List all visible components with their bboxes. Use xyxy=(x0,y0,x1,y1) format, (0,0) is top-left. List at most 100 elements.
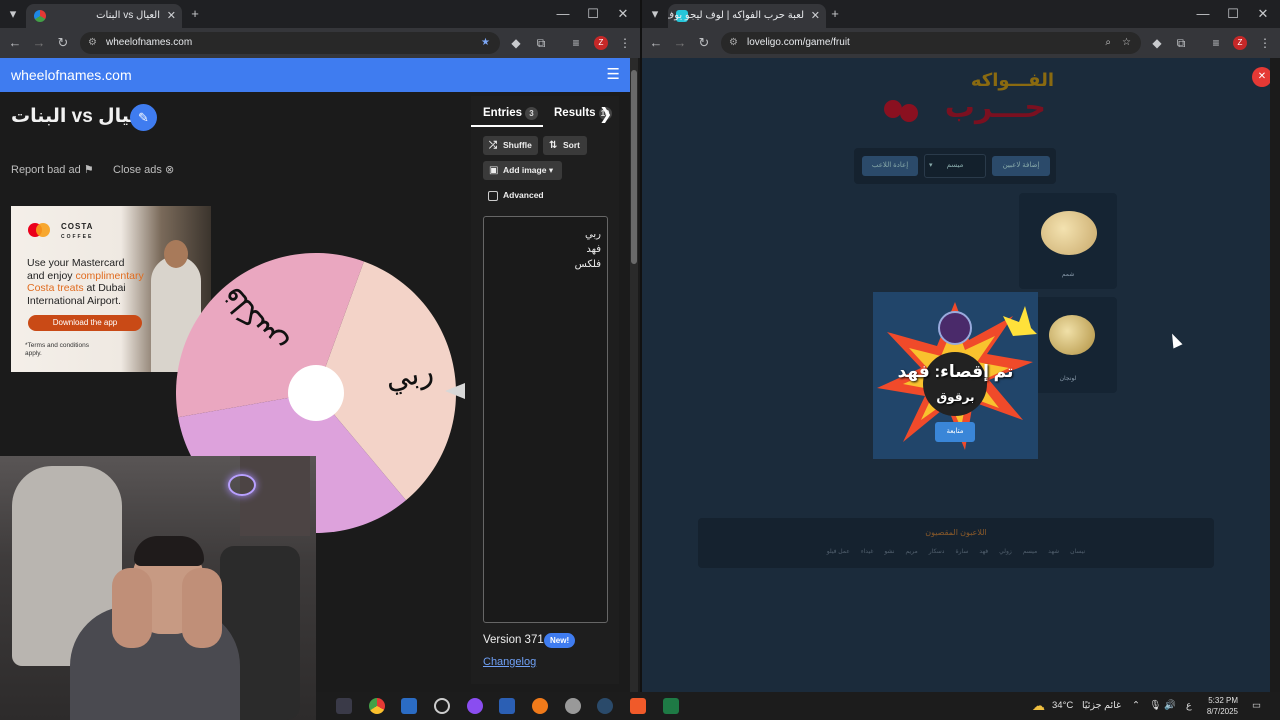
tab-entries[interactable]: Entries 3 xyxy=(483,107,538,120)
left-scrollbar-thumb[interactable] xyxy=(631,70,637,264)
word-taskbar-icon[interactable] xyxy=(499,698,515,714)
store-taskbar-icon[interactable] xyxy=(401,698,417,714)
taskbar-app-icon[interactable] xyxy=(336,698,352,714)
melon-icon xyxy=(1041,211,1097,255)
extension-diamond-icon[interactable]: ◆ xyxy=(1148,28,1166,58)
left-page-scrollbar[interactable] xyxy=(630,58,638,692)
tab-search-icon[interactable]: ▾ xyxy=(642,0,668,28)
back-icon[interactable]: ← xyxy=(5,28,25,58)
active-tab-underline xyxy=(471,125,543,127)
speedtest-taskbar-icon[interactable] xyxy=(434,698,450,714)
changelog-link[interactable]: Changelog xyxy=(483,656,536,668)
reload-icon[interactable]: ↻ xyxy=(53,28,73,58)
fruit-card-melon[interactable]: شمم xyxy=(1019,193,1117,289)
left-tab-strip: ▾ البنات vs العيال ✕ + — ☐ ✕ xyxy=(0,0,640,28)
eliminated-names-list: نيسان شهد ميسم زولي فهد سارة دسكار مريم نشو غيداء… xyxy=(708,548,1204,555)
tab-fruit-war[interactable]: لعبة حرب الفواكه | لوف ليجو يوف ✕ xyxy=(668,4,826,28)
eliminated-name: شهد xyxy=(1048,549,1060,555)
eliminated-players-panel: اللاعبون المقصيون نيسان شهد ميسم زولي فهد سار… xyxy=(698,518,1214,568)
media-controls-icon[interactable]: ≡ xyxy=(567,28,585,58)
tab-title: البنات vs العيال xyxy=(96,10,160,21)
microphone-icon[interactable]: 🎙 xyxy=(1149,692,1161,720)
address-bar[interactable]: ⚙ loveligo.com/game/fruit ⌕ ☆ xyxy=(721,32,1141,54)
ad-download-button[interactable]: Download the app xyxy=(28,315,142,331)
back-icon[interactable]: ← xyxy=(646,28,666,58)
player-select[interactable]: ميسم ▾ xyxy=(924,154,986,178)
forward-icon[interactable]: → xyxy=(670,28,690,58)
close-tab-icon[interactable]: ✕ xyxy=(167,4,176,28)
shuffle-button[interactable]: ⤮ Shuffle xyxy=(483,136,538,155)
browser-menu-icon[interactable]: ⋮ xyxy=(616,28,634,58)
entries-count-badge: 3 xyxy=(525,107,538,120)
minimize-icon[interactable]: — xyxy=(1190,0,1216,28)
chrome-taskbar-icon[interactable] xyxy=(369,698,385,714)
url-text: wheelofnames.com xyxy=(106,37,193,48)
zoom-icon[interactable]: ⌕ xyxy=(1105,32,1111,54)
edit-title-button[interactable]: ✎ xyxy=(130,104,157,131)
tray-overflow-icon[interactable]: ⌃ xyxy=(1132,692,1140,720)
site-info-icon[interactable]: ⚙ xyxy=(729,32,738,54)
site-header: wheelofnames.com ☰ xyxy=(0,58,630,92)
notifications-icon[interactable]: ▭ xyxy=(1252,692,1261,720)
advanced-checkbox[interactable] xyxy=(488,191,498,201)
firefox-taskbar-icon[interactable] xyxy=(532,698,548,714)
language-indicator[interactable]: ع xyxy=(1186,692,1192,720)
add-player-button[interactable]: إضافة لاعبين xyxy=(992,156,1050,176)
brave-taskbar-icon[interactable] xyxy=(630,698,646,714)
app-taskbar-icon[interactable] xyxy=(565,698,581,714)
minimize-icon[interactable]: — xyxy=(550,0,576,28)
eliminated-name: نشو xyxy=(884,549,895,555)
sort-button[interactable]: ⇅ Sort xyxy=(543,136,587,155)
restore-player-button[interactable]: إعادة اللاعب xyxy=(862,156,918,176)
panel-next-arrow-icon[interactable]: ❯ xyxy=(599,104,612,124)
maximize-icon[interactable]: ☐ xyxy=(1220,0,1246,28)
cam-person-right-hand xyxy=(182,568,222,648)
close-ads-link[interactable]: Close ads ⊗ xyxy=(113,163,174,176)
weather-label[interactable]: غائم جزئيًا xyxy=(1082,692,1121,720)
address-bar[interactable]: ⚙ wheelofnames.com ★ xyxy=(80,32,500,54)
entries-textarea[interactable]: ربي فهد فلكس xyxy=(483,216,608,623)
close-game-button[interactable]: ✕ xyxy=(1252,67,1270,87)
new-tab-icon[interactable]: + xyxy=(822,0,848,28)
tab-search-icon[interactable]: ▾ xyxy=(0,0,26,28)
browser-menu-icon[interactable]: ⋮ xyxy=(1256,28,1274,58)
bookmark-star-icon[interactable]: ★ xyxy=(481,32,490,54)
new-badge[interactable]: New! xyxy=(544,633,576,648)
reload-icon[interactable]: ↻ xyxy=(694,28,714,58)
url-text: loveligo.com/game/fruit xyxy=(747,37,850,48)
profile-avatar[interactable]: Z xyxy=(1233,36,1247,50)
eliminated-name: سارة xyxy=(955,549,969,555)
extensions-puzzle-icon[interactable]: ⧉ xyxy=(532,28,550,58)
tab-wheel-of-names[interactable]: البنات vs العيال ✕ xyxy=(26,4,182,28)
excel-taskbar-icon[interactable] xyxy=(663,698,679,714)
media-controls-icon[interactable]: ≡ xyxy=(1207,28,1225,58)
eliminated-name: ميسم xyxy=(1022,549,1038,555)
extension-diamond-icon[interactable]: ◆ xyxy=(507,28,525,58)
wheel-center-hub[interactable] xyxy=(288,365,344,421)
forward-icon[interactable]: → xyxy=(29,28,49,58)
webcam-overlay xyxy=(0,456,316,720)
hamburger-menu-icon[interactable]: ☰ xyxy=(607,58,620,92)
extensions-puzzle-icon[interactable]: ⧉ xyxy=(1172,28,1190,58)
cam-person-hair xyxy=(134,536,204,566)
taskbar-clock[interactable]: 5:32 PM 8/7/2025 xyxy=(1196,695,1238,717)
new-tab-icon[interactable]: + xyxy=(182,0,208,28)
continue-button[interactable]: متابعة xyxy=(935,422,975,442)
weather-temp[interactable]: 34°C xyxy=(1052,692,1073,720)
close-window-icon[interactable]: ✕ xyxy=(610,0,636,28)
right-tab-strip: ▾ لعبة حرب الفواكه | لوف ليجو يوف ✕ + — … xyxy=(642,0,1280,28)
site-info-icon[interactable]: ⚙ xyxy=(88,32,97,54)
site-brand[interactable]: wheelofnames.com xyxy=(11,67,132,83)
close-tab-icon[interactable]: ✕ xyxy=(811,4,820,28)
bookmark-star-icon[interactable]: ☆ xyxy=(1122,32,1131,54)
close-window-icon[interactable]: ✕ xyxy=(1250,0,1276,28)
weather-icon[interactable]: ☁ xyxy=(1032,692,1045,720)
report-bad-ad-link[interactable]: Report bad ad ⚑ xyxy=(11,163,94,176)
profile-avatar[interactable]: Z xyxy=(594,36,608,50)
eliminated-name: غيداء xyxy=(860,549,874,555)
volume-icon[interactable]: 🔊 xyxy=(1164,692,1176,720)
maximize-icon[interactable]: ☐ xyxy=(580,0,606,28)
add-image-button[interactable]: ▣ Add image ▾ xyxy=(483,161,562,180)
messenger-taskbar-icon[interactable] xyxy=(467,698,483,714)
steam-taskbar-icon[interactable] xyxy=(597,698,613,714)
